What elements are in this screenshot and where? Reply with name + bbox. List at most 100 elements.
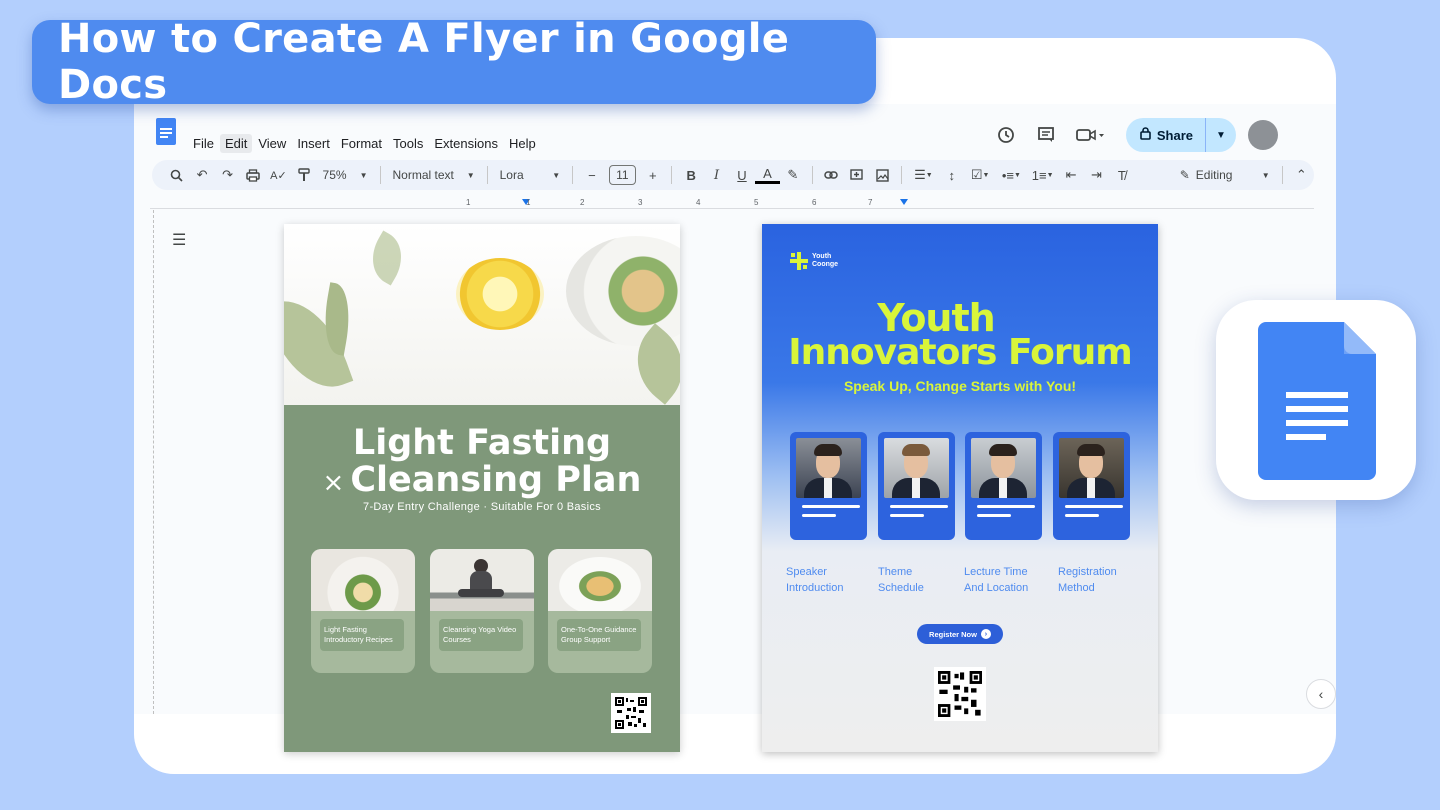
section-registration: RegistrationMethod xyxy=(1058,564,1117,596)
flyer2-subtitle: Speak Up, Change Starts with You! xyxy=(762,378,1158,394)
speaker-card xyxy=(790,432,867,540)
version-history-icon[interactable] xyxy=(992,121,1020,149)
divider xyxy=(901,166,902,184)
chevron-down-icon: ▼ xyxy=(1262,171,1270,180)
menu-file[interactable]: File xyxy=(188,134,219,153)
flyer-youth-forum[interactable]: YouthCoonge Youth Innovators Forum Speak… xyxy=(762,224,1158,752)
comment-add-icon[interactable] xyxy=(844,163,869,187)
underline-icon[interactable]: U xyxy=(729,163,754,187)
font-select[interactable]: Lora ▼ xyxy=(494,163,567,187)
section-line: Introduction xyxy=(786,580,843,596)
highlight-icon[interactable]: ✎ xyxy=(780,163,805,187)
collapse-menus-icon[interactable]: ⌃ xyxy=(1289,163,1314,187)
line-spacing-icon[interactable]: ↕ xyxy=(939,163,964,187)
bulleted-list-icon[interactable]: •≡▼ xyxy=(996,163,1027,187)
lemon-image xyxy=(456,258,544,330)
ruler-number: 1 xyxy=(466,198,470,207)
section-line: Method xyxy=(1058,580,1117,596)
print-icon[interactable] xyxy=(240,163,265,187)
menu-insert[interactable]: Insert xyxy=(292,134,335,153)
flyer1-subtitle: 7-Day Entry Challenge · Suitable For 0 B… xyxy=(284,501,680,513)
top-actions: Share ▼ xyxy=(980,118,1278,152)
align-icon[interactable]: ☰▼ xyxy=(908,163,939,187)
chevron-down-icon: ▼ xyxy=(552,171,560,180)
account-avatar[interactable] xyxy=(1248,120,1278,150)
flyer1-card-yoga: Cleansing Yoga Video Courses xyxy=(430,549,534,673)
side-panel-toggle-icon[interactable]: ‹ xyxy=(1306,679,1336,709)
flyer1-title-line1: Light Fasting xyxy=(284,424,680,462)
undo-icon[interactable]: ↶ xyxy=(189,163,214,187)
decrease-font-size-icon[interactable]: − xyxy=(579,163,604,187)
link-icon[interactable] xyxy=(819,163,844,187)
vertical-ruler[interactable] xyxy=(150,210,154,714)
zoom-select[interactable]: 75% ▼ xyxy=(317,163,374,187)
clear-formatting-icon[interactable]: T̸ xyxy=(1109,163,1134,187)
logo-mark-icon xyxy=(790,252,808,270)
section-line: Speaker xyxy=(786,564,843,580)
flyer1-title-line2: ×Cleansing Plan xyxy=(284,461,680,502)
divider xyxy=(812,166,813,184)
image-icon[interactable] xyxy=(869,163,894,187)
chevron-down-icon: ▼ xyxy=(467,171,475,180)
speaker-card xyxy=(965,432,1042,540)
ruler-number: 6 xyxy=(812,198,816,207)
divider xyxy=(671,166,672,184)
logo-line1: Youth xyxy=(812,253,838,261)
pencil-icon: ✎ xyxy=(1180,168,1190,182)
register-now-button[interactable]: Register Now › xyxy=(917,624,1003,644)
right-indent-marker[interactable] xyxy=(900,199,908,205)
ruler-number: 4 xyxy=(696,198,700,207)
spellcheck-icon[interactable]: A✓ xyxy=(266,163,291,187)
zoom-value: 75% xyxy=(323,168,347,182)
style-select[interactable]: Normal text▼ xyxy=(386,163,480,187)
paint-format-icon[interactable] xyxy=(291,163,316,187)
register-label: Register Now xyxy=(929,630,977,639)
meet-icon[interactable] xyxy=(1072,121,1108,149)
share-button[interactable]: Share ▼ xyxy=(1126,118,1236,152)
flyer2-title-line2: Innovators Forum xyxy=(762,332,1158,373)
text-color-icon[interactable]: A xyxy=(755,166,780,184)
menu-view[interactable]: View xyxy=(253,134,291,153)
share-dropdown-icon[interactable]: ▼ xyxy=(1206,130,1236,141)
document-outline-icon[interactable]: ☰ xyxy=(172,230,186,250)
redo-icon[interactable]: ↷ xyxy=(215,163,240,187)
menu-tools[interactable]: Tools xyxy=(388,134,428,153)
banner-title: How to Create A Flyer in Google Docs xyxy=(58,16,876,108)
google-docs-app-icon xyxy=(1216,300,1416,500)
share-label: Share xyxy=(1157,128,1193,143)
search-icon[interactable] xyxy=(164,163,189,187)
italic-icon[interactable]: I xyxy=(704,163,729,187)
arrow-right-icon: › xyxy=(981,629,991,639)
comments-icon[interactable] xyxy=(1032,121,1060,149)
section-line: Registration xyxy=(1058,564,1117,580)
chevron-down-icon: ▼ xyxy=(360,171,368,180)
bold-icon[interactable]: B xyxy=(678,163,703,187)
decrease-indent-icon[interactable]: ⇤ xyxy=(1058,163,1083,187)
menu-format[interactable]: Format xyxy=(336,134,387,153)
section-line: Theme xyxy=(878,564,924,580)
increase-indent-icon[interactable]: ⇥ xyxy=(1084,163,1109,187)
flyer1-card-support: One-To-One Guidance Group Support xyxy=(548,549,652,673)
card-label: One-To-One Guidance Group Support xyxy=(557,619,641,651)
menu-edit[interactable]: Edit xyxy=(220,134,252,153)
flyer-light-fasting[interactable]: Light Fasting ×Cleansing Plan 7-Day Entr… xyxy=(284,224,680,752)
menu-help[interactable]: Help xyxy=(504,134,541,153)
editing-mode-select[interactable]: ✎ Editing▼ xyxy=(1174,163,1276,187)
speaker-card xyxy=(878,432,955,540)
qr-code[interactable] xyxy=(934,667,986,721)
section-speaker: SpeakerIntroduction xyxy=(786,564,843,596)
checklist-icon[interactable]: ☑▼ xyxy=(964,163,995,187)
menu-extensions[interactable]: Extensions xyxy=(429,134,503,153)
ruler-number: 3 xyxy=(638,198,642,207)
logo-line2: Coonge xyxy=(812,261,838,269)
flyer1-card-recipes: Light Fasting Introductory Recipes xyxy=(311,549,415,673)
docs-logo-icon[interactable] xyxy=(156,118,176,145)
divider xyxy=(380,166,381,184)
qr-code[interactable] xyxy=(611,693,651,733)
font-value: Lora xyxy=(500,168,524,182)
yoga-image xyxy=(430,549,534,611)
font-size-input[interactable]: 11 xyxy=(609,165,636,185)
divider xyxy=(487,166,488,184)
increase-font-size-icon[interactable]: + xyxy=(640,163,665,187)
numbered-list-icon[interactable]: 1≡▼ xyxy=(1027,163,1058,187)
